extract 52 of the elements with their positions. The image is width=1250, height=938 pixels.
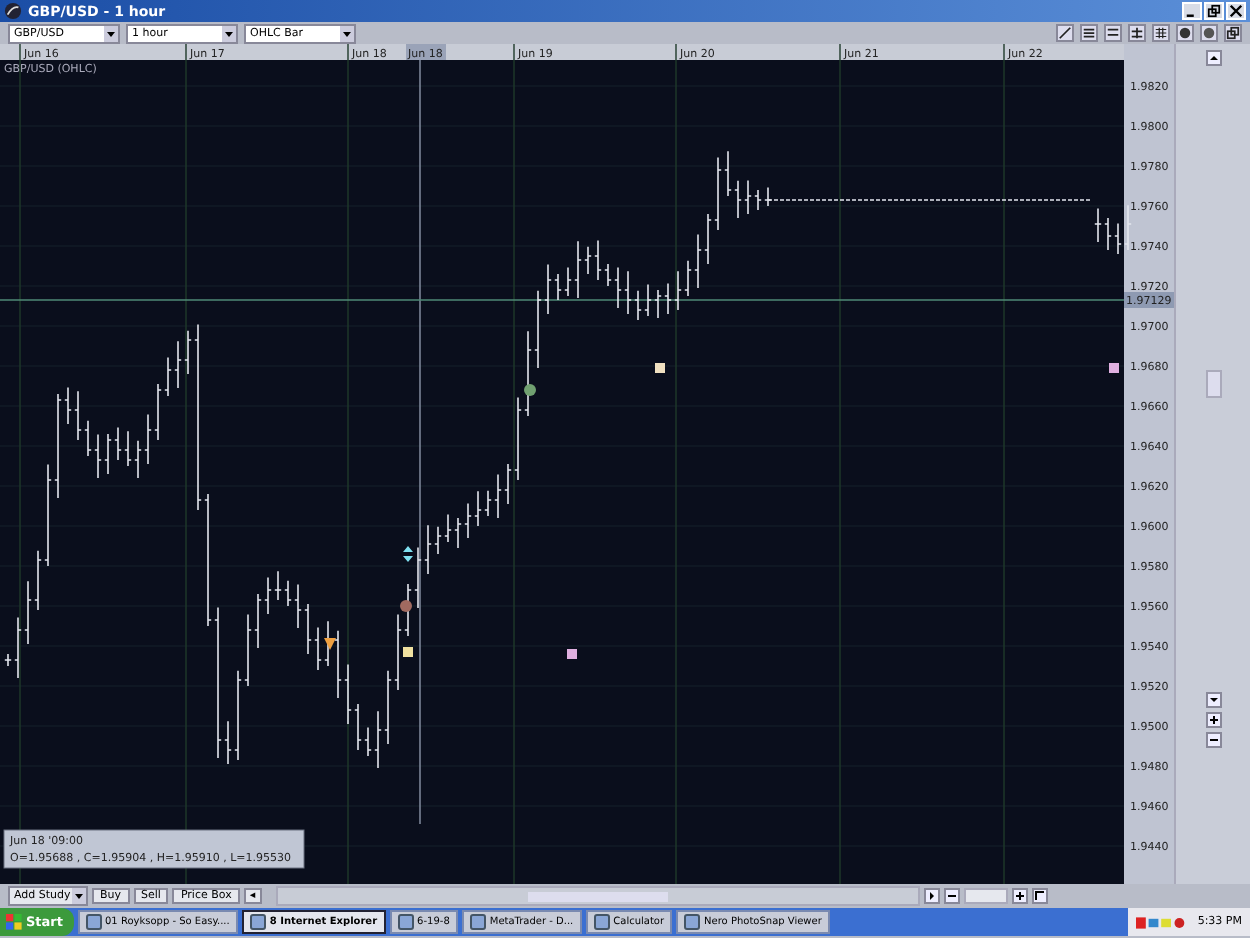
plus-icon [1207,714,1219,726]
square-marker [655,363,665,373]
down-arrow-icon [1207,694,1219,706]
scroll-thumb[interactable] [527,891,668,901]
right-arrow-icon [925,890,938,902]
scroll-down-button[interactable] [1205,692,1221,708]
square-marker [403,647,413,657]
grid-icon[interactable] [1152,24,1170,42]
square-marker [567,649,577,659]
horizontal-scrollbar[interactable] [275,886,920,906]
lines-icon[interactable] [1128,24,1146,42]
circle-marker [524,384,536,396]
app-icon [469,914,486,930]
app-icon [684,914,701,930]
arrows-marker [403,546,413,562]
close-icon [1228,4,1244,18]
app-icon [593,914,610,930]
restore-icon [1206,4,1222,18]
app-icon [85,914,101,930]
corner-icon [1033,890,1046,902]
windows-flag-icon [6,914,22,930]
windows-icon[interactable] [1224,24,1242,42]
circle-marker [400,600,412,612]
app-icon [249,914,266,930]
lines-icon[interactable] [1104,24,1122,42]
scroll-right-button[interactable] [923,888,940,904]
zoom-out-button[interactable] [943,888,960,904]
zoom-in-button[interactable] [1011,888,1028,904]
up-arrow-icon [1207,52,1219,64]
vertical-scrollbar[interactable] [1174,44,1250,884]
zoom-in-button[interactable] [1205,712,1221,728]
minimize-button[interactable] [1182,2,1202,20]
dropdown-arrow-icon [72,888,86,904]
plus-icon [1013,890,1026,902]
dropdown-arrow-icon [340,25,354,41]
close-button[interactable] [1226,2,1246,20]
triangle-marker [324,638,336,650]
circle-icon[interactable] [1200,24,1218,42]
app-icon [397,914,414,930]
restore-button[interactable] [1204,2,1224,20]
list-icon[interactable] [1080,24,1098,42]
dropdown-arrow-icon [104,25,118,41]
scroll-thumb[interactable] [1205,370,1221,398]
reset-button[interactable] [1031,888,1048,904]
circle-icon[interactable] [1176,24,1194,42]
zoom-out-button[interactable] [1205,732,1221,748]
minus-icon [1207,734,1219,746]
square-marker [1109,363,1119,373]
scroll-up-button[interactable] [1205,50,1221,66]
pencil-icon[interactable] [1056,24,1074,42]
dropdown-arrow-icon [222,25,236,41]
minus-icon [945,890,958,902]
